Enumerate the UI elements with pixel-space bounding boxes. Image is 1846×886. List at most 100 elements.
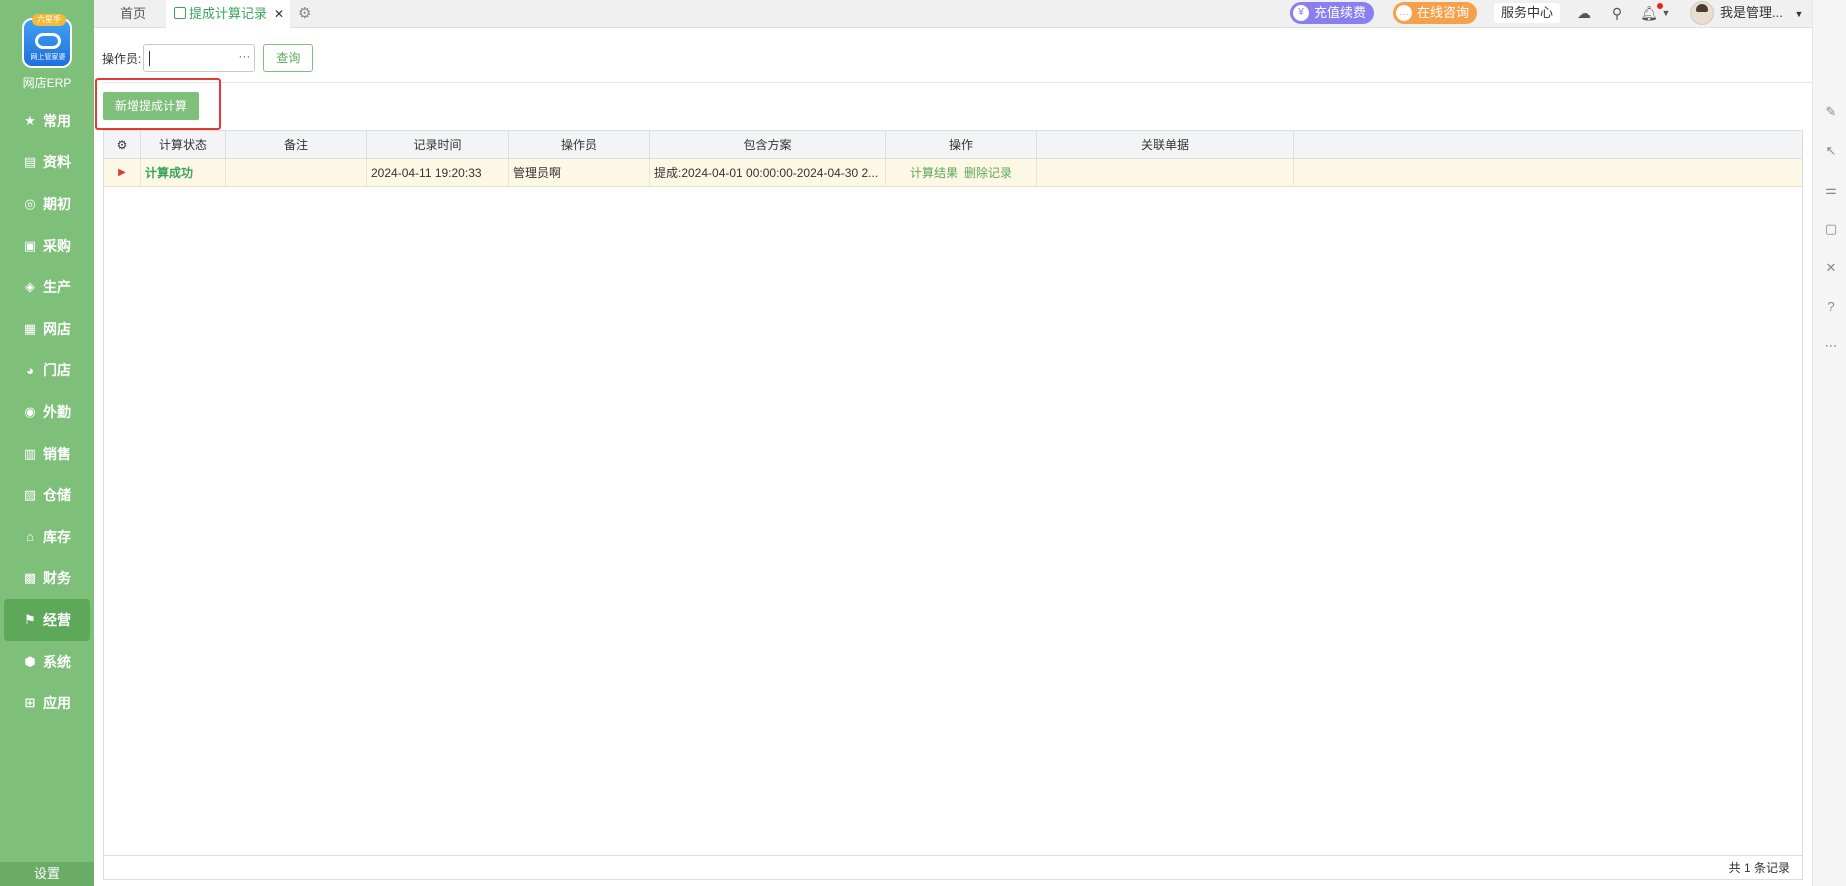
sidebar-item-label: 库存 <box>43 528 71 545</box>
tab-home[interactable]: 首页 <box>120 0 146 28</box>
status-cell: 计算成功 <box>141 159 226 187</box>
tab-commission-records[interactable]: 提成计算记录 ✕ <box>166 0 290 28</box>
plus-square-icon: ⊞ <box>24 695 36 711</box>
remark-cell <box>226 159 367 187</box>
wallet-icon: ▩ <box>23 570 37 586</box>
home-icon: ⌂ <box>26 529 34 545</box>
bar-chart-icon: ▥ <box>23 445 37 461</box>
delete-record-link[interactable]: 删除记录 <box>964 166 1012 180</box>
add-commission-button[interactable]: 新增提成计算 <box>103 92 199 120</box>
search-icon[interactable]: ⚲ <box>1607 3 1627 23</box>
chat-icon: … <box>1396 5 1412 21</box>
tools-icon[interactable]: ✕ <box>1823 260 1839 276</box>
hexagon-icon: ⬢ <box>24 653 36 669</box>
box-icon[interactable]: ▢ <box>1823 221 1839 237</box>
column-header[interactable]: 关联单据 <box>1037 131 1294 159</box>
sidebar-item-common[interactable]: ★ 常用 <box>0 100 94 142</box>
settings-button[interactable]: 设置 <box>0 862 94 886</box>
tab-settings-gear-icon[interactable]: ⚙ <box>298 0 311 28</box>
sidebar-item-shop[interactable]: ◕ 门店 <box>0 350 94 392</box>
sidebar-item-opening[interactable]: ◎ 期初 <box>0 183 94 225</box>
document-icon <box>174 7 186 19</box>
logo-image: 六星手 网上管家婆 <box>22 14 72 68</box>
column-header[interactable]: 操作 <box>886 131 1037 159</box>
sidebar-item-finance[interactable]: ▩ 财务 <box>0 558 94 600</box>
user-menu[interactable]: 我是管理... ▼ <box>1720 0 1803 27</box>
app-name: 网店ERP <box>22 76 72 90</box>
sidebar-item-label: 销售 <box>43 445 71 462</box>
store-icon: ▦ <box>23 320 37 336</box>
sidebar-item-label: 网店 <box>43 320 71 337</box>
related-cell <box>1037 159 1294 187</box>
warehouse-icon: ▧ <box>23 487 37 503</box>
avatar[interactable] <box>1690 1 1714 25</box>
sidebar-item-online-store[interactable]: ▦ 网店 <box>0 308 94 350</box>
sidebar-item-production[interactable]: ◈ 生产 <box>0 266 94 308</box>
sliders-icon[interactable]: ⚌ <box>1823 182 1839 198</box>
filter-bar: 操作员: ··· 查询 <box>102 44 314 72</box>
text-caret <box>149 51 151 66</box>
chevron-down-icon[interactable]: ▼ <box>1656 3 1676 23</box>
cloud-icon <box>35 33 61 49</box>
star-icon: ★ <box>24 112 36 128</box>
column-header[interactable]: 备注 <box>226 131 367 159</box>
ellipsis-icon[interactable]: ··· <box>238 49 250 63</box>
query-button[interactable]: 查询 <box>263 44 314 72</box>
sidebar-item-data[interactable]: ▤ 资料 <box>0 142 94 184</box>
service-center-button[interactable]: 服务中心 <box>1494 3 1561 23</box>
operator-input[interactable]: ··· <box>143 44 256 72</box>
column-settings-gear-icon[interactable]: ⚙ <box>104 131 141 159</box>
time-cell: 2024-04-11 19:20:33 <box>367 159 509 187</box>
help-icon[interactable]: ? <box>1823 299 1839 315</box>
column-header[interactable]: 计算状态 <box>141 131 226 159</box>
recharge-button[interactable]: ¥ 充值续费 <box>1290 2 1375 24</box>
sidebar-item-label: 经营 <box>43 611 71 628</box>
sidebar-item-label: 采购 <box>43 237 71 254</box>
logo-badge: 六星手 <box>32 14 66 26</box>
money-bag-icon: ¥ <box>1293 5 1309 21</box>
cursor-icon[interactable]: ↖ <box>1823 143 1839 159</box>
record-count: 共 1 条记录 <box>104 855 1802 879</box>
close-icon[interactable]: ✕ <box>274 0 284 28</box>
online-consult-button[interactable]: … 在线咨询 <box>1393 2 1478 24</box>
sidebar-item-label: 仓储 <box>43 487 71 504</box>
consult-label: 在线咨询 <box>1417 5 1470 20</box>
chevron-down-icon: ▼ <box>1794 9 1804 19</box>
sidebar-item-purchase[interactable]: ▣ 采购 <box>0 225 94 267</box>
compass-icon: ◉ <box>24 403 36 419</box>
table-header: ⚙ 计算状态 备注 记录时间 操作员 包含方案 操作 关联单据 <box>104 131 1802 159</box>
column-header[interactable]: 操作员 <box>509 131 650 159</box>
sidebar-item-inventory[interactable]: ⌂ 库存 <box>0 516 94 558</box>
more-icon[interactable]: ⋯ <box>1823 338 1839 354</box>
sidebar-item-label: 外勤 <box>43 403 71 420</box>
view-result-link[interactable]: 计算结果 <box>910 166 958 180</box>
table-row[interactable]: ▶ 计算成功 2024-04-11 19:20:33 管理员啊 提成:2024-… <box>104 159 1802 187</box>
target-icon: ◎ <box>24 195 36 211</box>
sidebar-item-warehouse[interactable]: ▧ 仓储 <box>0 474 94 516</box>
sidebar-item-system[interactable]: ⬢ 系统 <box>0 641 94 683</box>
pie-icon: ◕ <box>26 362 34 378</box>
pen-icon[interactable]: ✎ <box>1823 104 1839 120</box>
operator-cell: 管理员啊 <box>509 159 650 187</box>
clipboard-icon: ▣ <box>23 237 37 253</box>
sidebar-item-label: 财务 <box>43 570 71 587</box>
cloud-download-icon[interactable]: ☁ <box>1574 3 1594 23</box>
sidebar-item-business[interactable]: ⚑ 经营 <box>4 599 90 641</box>
recharge-label: 充值续费 <box>1314 5 1367 20</box>
app-logo[interactable]: 六星手 网上管家婆 网店ERP <box>0 14 94 91</box>
records-table: ⚙ 计算状态 备注 记录时间 操作员 包含方案 操作 关联单据 ▶ 计算成功 2… <box>103 130 1803 880</box>
sidebar-item-field[interactable]: ◉ 外勤 <box>0 391 94 433</box>
sidebar-item-apps[interactable]: ⊞ 应用 <box>0 682 94 724</box>
sidebar-item-label: 门店 <box>43 362 71 379</box>
sidebar-item-sales[interactable]: ▥ 销售 <box>0 433 94 475</box>
sidebar-item-label: 生产 <box>43 279 71 296</box>
user-name: 我是管理... <box>1720 5 1783 20</box>
column-header[interactable]: 包含方案 <box>650 131 886 159</box>
sidebar-item-label: 常用 <box>43 112 71 129</box>
sidebar-item-label: 资料 <box>43 154 71 171</box>
tab-label: 提成计算记录 <box>189 6 268 21</box>
scheme-cell: 提成:2024-04-01 00:00:00-2024-04-30 2... <box>650 159 886 187</box>
column-header[interactable]: 记录时间 <box>367 131 509 159</box>
right-tool-strip: ✎ ↖ ⚌ ▢ ✕ ? ⋯ <box>1812 0 1846 886</box>
logo-subtitle: 网上管家婆 <box>30 54 66 61</box>
